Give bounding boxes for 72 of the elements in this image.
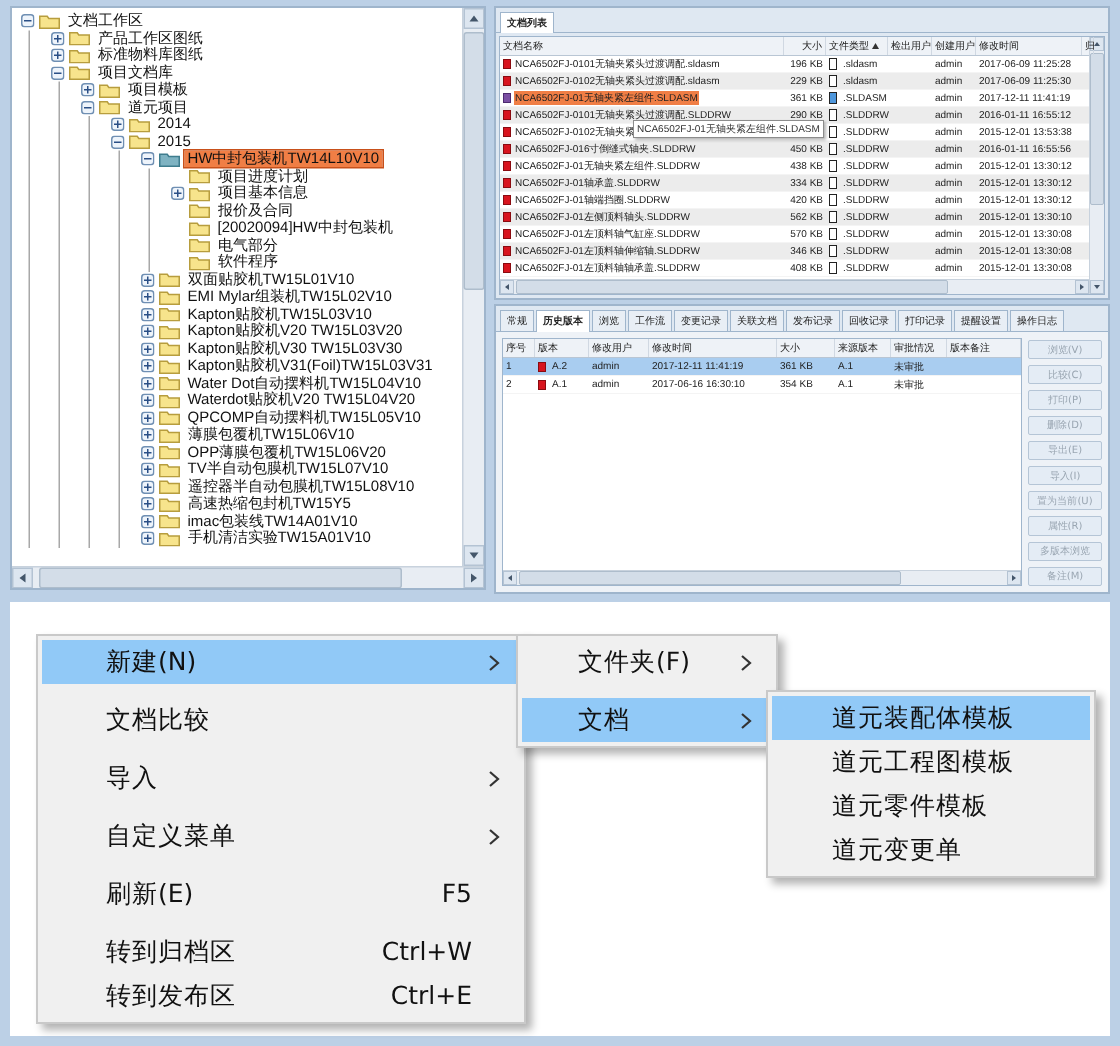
collapse-icon[interactable] [51, 66, 65, 80]
scrollbar-thumb[interactable] [1090, 53, 1104, 205]
chevron-right-icon [740, 654, 752, 672]
expand-icon[interactable] [141, 514, 155, 529]
expand-icon[interactable] [141, 393, 155, 408]
expand-icon[interactable] [141, 376, 155, 391]
scrollbar-thumb[interactable] [463, 32, 484, 290]
menu-item[interactable]: 文件夹(F) [522, 640, 772, 698]
chevron-right-icon [740, 712, 752, 730]
menu-item[interactable]: 自定义菜单 [42, 814, 520, 872]
scroll-up-button[interactable] [463, 8, 484, 29]
triangle-icon [467, 12, 480, 25]
horizontal-scrollbar[interactable] [12, 565, 484, 588]
expand-icon[interactable] [51, 31, 65, 46]
menu-item[interactable]: 道元零件模板 [772, 784, 1090, 828]
menu-item[interactable]: 道元装配体模板 [772, 696, 1090, 740]
expand-icon[interactable] [141, 445, 155, 460]
scroll-up-button[interactable] [1090, 37, 1104, 51]
horizontal-scrollbar[interactable] [503, 570, 1021, 585]
expand-icon[interactable] [141, 273, 155, 287]
vertical-scrollbar[interactable] [461, 8, 484, 566]
triangle-icon [16, 571, 29, 584]
menu-item[interactable]: 道元变更单 [772, 828, 1090, 872]
expand-icon[interactable] [141, 428, 155, 442]
expand-icon[interactable] [141, 359, 155, 373]
vertical-scrollbar[interactable] [1089, 37, 1104, 294]
menu-item[interactable]: 刷新(E) F5 [42, 872, 520, 930]
expand-icon[interactable] [141, 531, 155, 546]
menu-item[interactable]: 文档 [522, 698, 772, 742]
expand-icon[interactable] [141, 462, 155, 477]
collapse-icon[interactable] [111, 135, 125, 149]
folder-icon [39, 13, 60, 29]
expand-icon[interactable] [141, 290, 155, 304]
triangle-icon [1093, 40, 1101, 48]
chevron-right-icon [488, 654, 500, 672]
scroll-right-button[interactable] [463, 567, 484, 588]
expand-icon[interactable] [141, 411, 155, 425]
scrollbar-thumb[interactable] [39, 567, 402, 588]
scroll-down-button[interactable] [463, 544, 484, 566]
folder-icon [159, 151, 180, 167]
expand-icon[interactable] [141, 324, 155, 339]
collapse-icon[interactable] [141, 152, 155, 166]
expand-icon[interactable] [81, 83, 95, 97]
triangle-icon [506, 574, 514, 582]
scroll-left-button[interactable] [500, 280, 514, 294]
menu-item[interactable]: 文档比较 [42, 698, 520, 756]
expand-icon[interactable] [141, 307, 155, 322]
chevron-right-icon [488, 828, 500, 846]
scroll-down-button[interactable] [1090, 280, 1104, 294]
scroll-right-button[interactable] [1075, 280, 1089, 294]
scrollbar-thumb[interactable] [519, 571, 901, 585]
triangle-icon [1010, 574, 1018, 582]
expand-icon[interactable] [111, 117, 125, 132]
expand-icon[interactable] [51, 48, 65, 63]
menu-item[interactable]: 道元工程图模板 [772, 740, 1090, 784]
menu-item[interactable]: 转到归档区 Ctrl+W [42, 930, 520, 974]
scroll-left-button[interactable] [12, 567, 33, 588]
sort-ascending-icon[interactable] [872, 43, 879, 49]
expand-icon[interactable] [141, 342, 155, 356]
expand-icon[interactable] [141, 497, 155, 511]
scrollbar-thumb[interactable] [516, 280, 948, 294]
horizontal-scrollbar[interactable] [500, 279, 1089, 294]
menu-item[interactable]: 转到发布区 Ctrl+E [42, 974, 520, 1018]
scroll-right-button[interactable] [1007, 571, 1021, 585]
collapse-icon[interactable] [81, 100, 95, 115]
menu-item[interactable]: 导入 [42, 756, 520, 814]
expand-icon[interactable] [141, 480, 155, 494]
collapse-icon[interactable] [21, 14, 35, 28]
expand-icon[interactable] [171, 186, 185, 201]
chevron-right-icon [488, 770, 500, 788]
triangle-icon [503, 283, 511, 291]
scroll-left-button[interactable] [503, 571, 517, 585]
